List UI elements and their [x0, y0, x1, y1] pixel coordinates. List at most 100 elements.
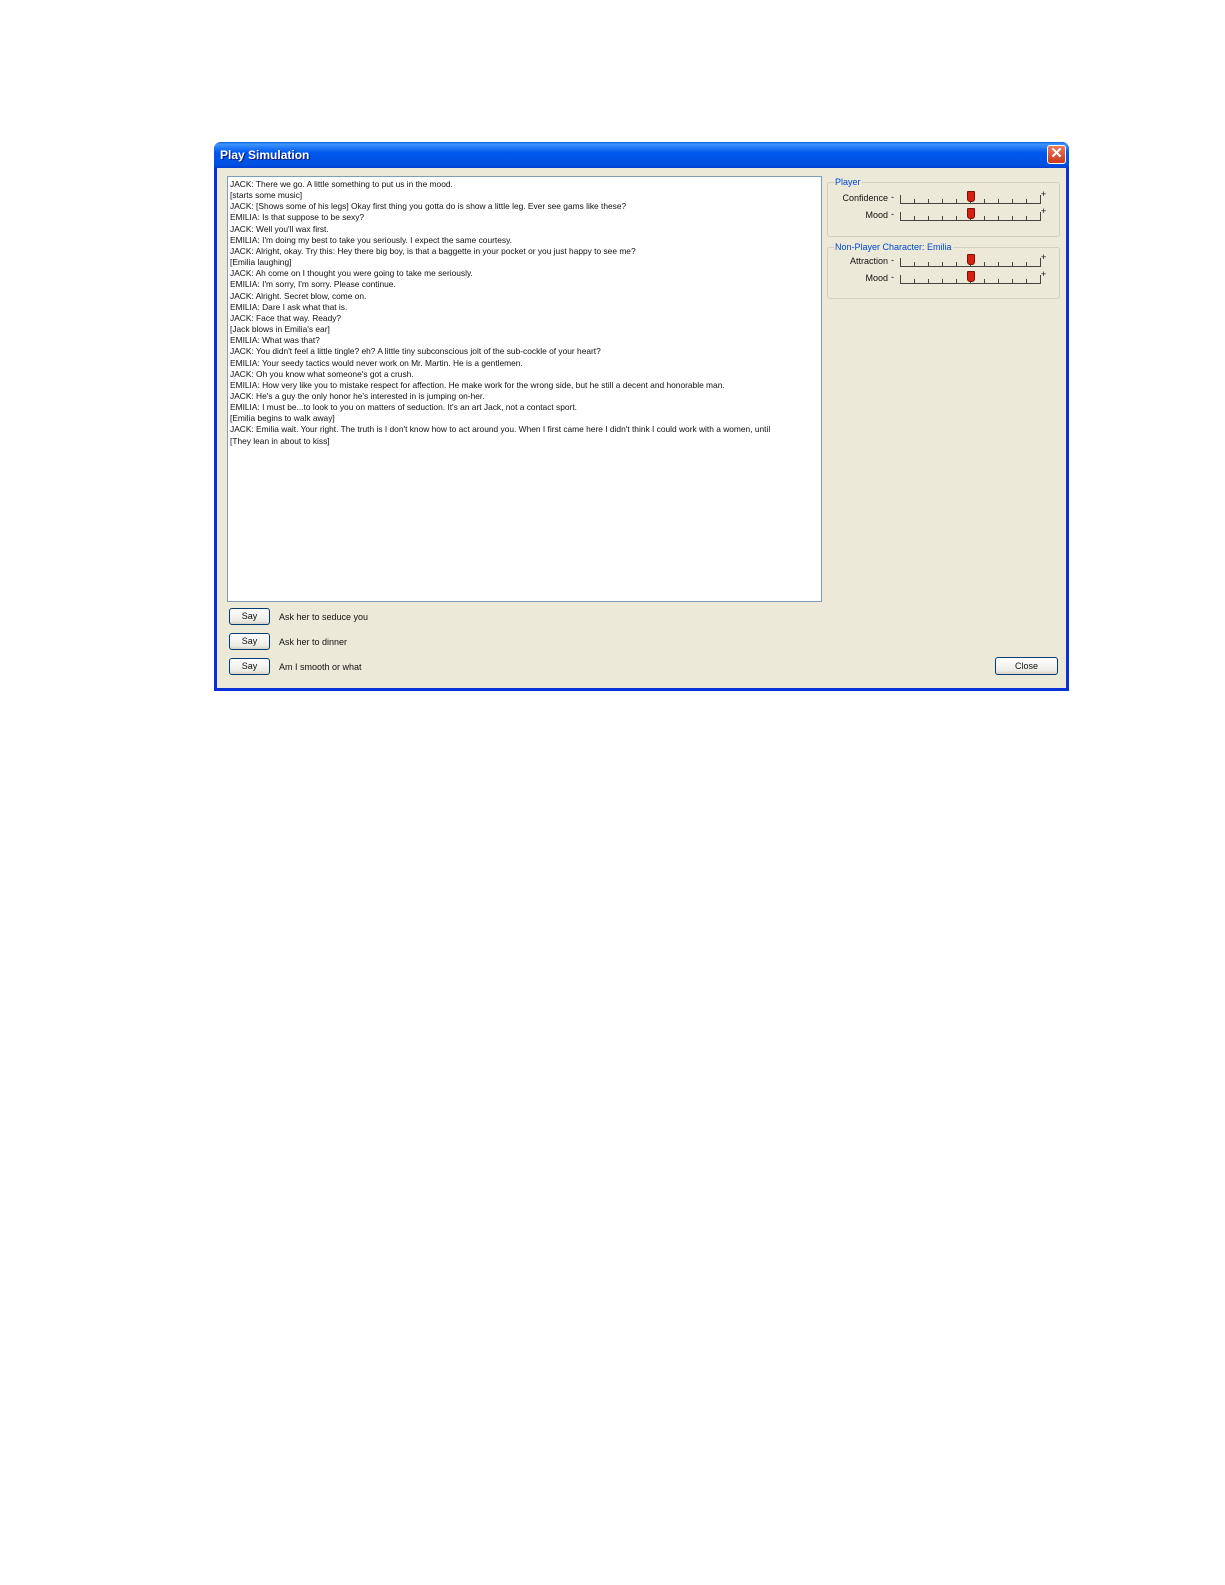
transcript-line: EMILIA: Is that suppose to be sexy? [230, 212, 365, 223]
player-mood-label: Mood [865, 210, 888, 220]
say-button-3[interactable]: Say [229, 658, 270, 675]
dialogue-transcript[interactable]: JACK: There we go. A little something to… [227, 176, 822, 602]
option-text-2: Ask her to dinner [279, 637, 348, 647]
transcript-line: EMILIA: I'm doing my best to take you se… [230, 234, 512, 245]
transcript-line: EMILIA: Your seedy tactics would never w… [230, 357, 523, 368]
slider-tick [914, 279, 915, 284]
attraction-slider[interactable] [900, 254, 1041, 267]
transcript-line: [Emilia begins to walk away] [230, 413, 335, 424]
slider-tick [928, 262, 929, 267]
npc-mood-slider[interactable] [900, 271, 1041, 284]
slider-tick [998, 216, 999, 221]
player-mood-slider[interactable] [900, 208, 1041, 221]
slider-tick [956, 199, 957, 204]
transcript-line: JACK: Ah come on I thought you were goin… [230, 268, 473, 279]
transcript-line: JACK: Oh you know what someone's got a c… [230, 368, 414, 379]
close-button[interactable]: Close [995, 657, 1058, 675]
attraction-plus: + [1041, 252, 1047, 262]
player-mood-plus: + [1041, 206, 1047, 216]
slider-thumb[interactable] [967, 191, 975, 202]
transcript-line: JACK: Alright. Secret blow, come on. [230, 290, 367, 301]
title-bar[interactable]: Play Simulation ✕ [214, 142, 1069, 168]
slider-tick [956, 216, 957, 221]
player-group-label: Player [834, 177, 862, 188]
confidence-slider[interactable] [900, 191, 1041, 204]
say-button-1[interactable]: Say [229, 608, 270, 625]
close-icon[interactable]: ✕ [1047, 145, 1066, 164]
slider-tick [942, 262, 943, 267]
slider-tick [998, 262, 999, 267]
slider-tick [928, 199, 929, 204]
slider-tick [1012, 262, 1013, 267]
slider-tick [998, 199, 999, 204]
transcript-line: EMILIA: Dare I ask what that is. [230, 301, 348, 312]
slider-thumb[interactable] [967, 271, 975, 282]
transcript-line: EMILIA: I'm sorry, I'm sorry. Please con… [230, 279, 396, 290]
option-text-3: Am I smooth or what [279, 662, 362, 672]
confidence-label: Confidence [842, 193, 888, 203]
slider-tick [942, 279, 943, 284]
slider-tick [1012, 279, 1013, 284]
slider-tick [914, 199, 915, 204]
slider-tick [1026, 199, 1027, 204]
slider-tick [942, 216, 943, 221]
slider-tick [1026, 216, 1027, 221]
transcript-line: [They lean in about to kiss] [230, 435, 330, 446]
slider-tick [956, 279, 957, 284]
slider-thumb[interactable] [967, 254, 975, 265]
transcript-line: JACK: He's a guy the only honor he's int… [230, 390, 485, 401]
attraction-row: Attraction - + [828, 252, 1059, 270]
attraction-label: Attraction [849, 256, 888, 266]
slider-tick [914, 216, 915, 221]
npc-mood-row: Mood - + [828, 269, 1059, 287]
slider-tick [900, 212, 901, 221]
transcript-line: [starts some music] [230, 190, 303, 201]
slider-thumb[interactable] [967, 208, 975, 219]
transcript-line: EMILIA: How very like you to mistake res… [230, 379, 725, 390]
window-title: Play Simulation [220, 148, 310, 162]
transcript-line: EMILIA: I must be...to look to you on ma… [230, 402, 578, 413]
transcript-line: JACK: There we go. A little something to… [230, 179, 453, 189]
transcript-line: [Jack blows in Emilia's ear] [230, 324, 330, 335]
npc-mood-plus: + [1041, 269, 1047, 279]
say-button-2[interactable]: Say [229, 633, 270, 650]
slider-tick [900, 195, 901, 204]
transcript-line: EMILIA: What was that? [230, 335, 320, 346]
slider-tick [1026, 262, 1027, 267]
confidence-minus: - [891, 192, 894, 202]
option-text-1: Ask her to seduce you [279, 612, 369, 622]
confidence-row: Confidence - + [828, 189, 1059, 207]
player-mood-minus: - [891, 209, 894, 219]
transcript-line: JACK: Well you'll wax first. [230, 223, 329, 234]
transcript-line: JACK: Emilia wait. Your right. The truth… [230, 424, 771, 435]
confidence-plus: + [1041, 189, 1047, 199]
npc-group: Non-Player Character: Emilia Attraction … [827, 242, 1060, 299]
slider-tick [984, 216, 985, 221]
transcript-line: JACK: Alright, okay. Try this: Hey there… [230, 245, 636, 256]
slider-tick [900, 258, 901, 267]
player-group: Player Confidence - + Mood - + [827, 177, 1060, 237]
npc-mood-minus: - [891, 272, 894, 282]
slider-tick [928, 279, 929, 284]
slider-tick [914, 262, 915, 267]
slider-tick [984, 279, 985, 284]
slider-tick [1026, 279, 1027, 284]
slider-tick [928, 216, 929, 221]
slider-tick [998, 279, 999, 284]
attraction-minus: - [891, 255, 894, 265]
slider-tick [1012, 199, 1013, 204]
transcript-line: JACK: You didn't feel a little tingle? e… [230, 346, 601, 357]
transcript-line: JACK: [Shows some of his legs] Okay firs… [230, 201, 627, 212]
npc-mood-label: Mood [865, 273, 888, 283]
player-mood-row: Mood - + [828, 206, 1059, 224]
play-simulation-window: Play Simulation ✕ JACK: There we go. A l… [214, 142, 1069, 691]
slider-tick [956, 262, 957, 267]
slider-tick [984, 262, 985, 267]
slider-tick [900, 275, 901, 284]
npc-group-label: Non-Player Character: Emilia [834, 242, 953, 253]
transcript-line: [Emilia laughing] [230, 257, 292, 268]
slider-tick [984, 199, 985, 204]
transcript-line: JACK: Face that way. Ready? [230, 312, 342, 323]
slider-tick [1012, 216, 1013, 221]
slider-tick [942, 199, 943, 204]
